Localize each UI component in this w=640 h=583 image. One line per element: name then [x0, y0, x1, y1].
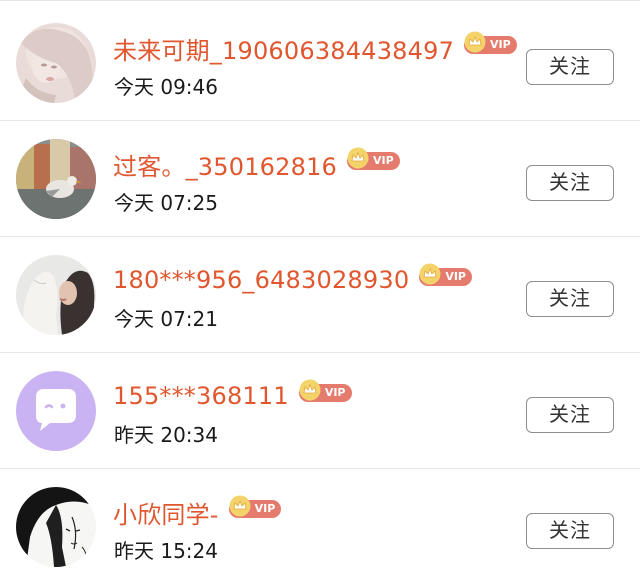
follow-button[interactable]: 关注: [526, 397, 614, 433]
avatar[interactable]: [16, 487, 96, 567]
list-item[interactable]: 155***368111 VIP 昨天 20:34 关注: [0, 353, 640, 469]
follow-button[interactable]: 关注: [526, 49, 614, 85]
crown-icon: [229, 495, 251, 517]
follow-button[interactable]: 关注: [526, 165, 614, 201]
vip-badge: VIP: [347, 147, 400, 170]
user-name[interactable]: 小欣同学-: [113, 495, 219, 530]
follow-button[interactable]: 关注: [526, 281, 614, 317]
timestamp: 今天 07:25: [114, 191, 218, 215]
vip-badge: VIP: [298, 379, 352, 402]
name-line: 155***368111 VIP: [113, 378, 352, 414]
timestamp: 今天 07:21: [114, 307, 218, 331]
user-name[interactable]: 155***368111: [113, 382, 289, 410]
avatar[interactable]: [16, 23, 96, 103]
name-line: 小欣同学- VIP: [113, 494, 282, 530]
avatar-image: [16, 23, 96, 103]
follower-list: 未来可期_190606384438497 VIP 今天 09:46 关注 过客。…: [0, 0, 640, 583]
crown-icon: [299, 379, 321, 401]
avatar-image: [16, 255, 96, 335]
user-name[interactable]: 过客。_350162816: [113, 147, 337, 182]
avatar-image: [16, 487, 96, 567]
timestamp: 昨天 20:34: [114, 423, 218, 447]
vip-badge: VIP: [464, 31, 517, 54]
name-line: 180***956_6483028930 VIP: [113, 262, 472, 298]
name-line: 未来可期_190606384438497 VIP: [113, 30, 517, 66]
vip-badge: VIP: [228, 495, 282, 518]
crown-icon: [464, 31, 486, 53]
list-item[interactable]: 180***956_6483028930 VIP 今天 07:21 关注: [0, 237, 640, 353]
avatar[interactable]: [16, 371, 96, 451]
timestamp: 今天 09:46: [114, 75, 218, 99]
avatar-image: [16, 139, 96, 219]
name-line: 过客。_350162816 VIP: [113, 146, 400, 182]
list-item[interactable]: 小欣同学- VIP 昨天 15:24 关注: [0, 469, 640, 583]
avatar-image: [16, 371, 96, 451]
user-name[interactable]: 180***956_6483028930: [113, 266, 409, 294]
list-item[interactable]: 过客。_350162816 VIP 今天 07:25 关注: [0, 121, 640, 237]
user-name[interactable]: 未来可期_190606384438497: [113, 31, 454, 66]
crown-icon: [347, 147, 369, 169]
avatar[interactable]: [16, 255, 96, 335]
follow-button[interactable]: 关注: [526, 513, 614, 549]
timestamp: 昨天 15:24: [114, 539, 218, 563]
avatar[interactable]: [16, 139, 96, 219]
vip-badge: VIP: [419, 263, 472, 286]
list-item[interactable]: 未来可期_190606384438497 VIP 今天 09:46 关注: [0, 5, 640, 121]
crown-icon: [419, 263, 441, 285]
